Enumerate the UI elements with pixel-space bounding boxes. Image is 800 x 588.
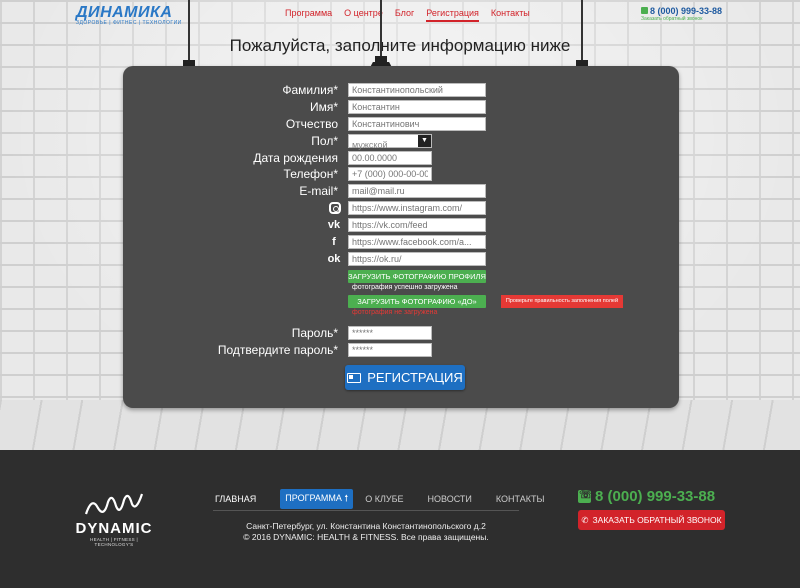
phone-row: Телефон*: [123, 167, 679, 182]
password-label: Пароль*: [291, 326, 338, 340]
footer-copyright: © 2016 DYNAMIC: HEALTH & FITNESS. Все пр…: [243, 532, 489, 542]
footer-phone[interactable]: 8 (000) 999-33-88: [578, 488, 715, 505]
instagram-icon: [329, 202, 341, 214]
nav-contacts[interactable]: Контакты: [491, 8, 530, 22]
odnoklassniki-icon: ok: [327, 253, 341, 265]
odnoklassniki-row: ok: [123, 252, 679, 267]
phone-label: Телефон*: [283, 167, 338, 181]
facebook-input[interactable]: [348, 235, 486, 249]
email-label: E-mail*: [299, 184, 338, 198]
footer-nav: ГЛАВНАЯ ПРОГРАММА 🠕 О КЛУБЕ НОВОСТИ КОНТ…: [215, 489, 568, 509]
phone-icon: [641, 7, 648, 14]
chevron-down-icon[interactable]: ▼: [418, 135, 431, 147]
surname-row: Фамилия*: [123, 83, 679, 98]
name-label: Имя*: [309, 100, 338, 114]
header-phone[interactable]: 8 (000) 999-33-88: [641, 6, 722, 16]
footer-nav-about[interactable]: О КЛУБЕ: [365, 494, 403, 504]
gender-selected-value: мужской: [352, 140, 388, 150]
footer-info: Санкт-Петербург, ул. Константина Констан…: [213, 521, 519, 543]
nav-registration[interactable]: Регистрация: [426, 8, 479, 22]
birthdate-label: Дата рождения: [253, 151, 338, 165]
site-footer: DYNAMIC HEALTH | FITNESS | TECHNOLOGY'S …: [0, 450, 800, 588]
vk-row: vk: [123, 218, 679, 233]
footer-nav-news[interactable]: НОВОСТИ: [428, 494, 472, 504]
birthdate-input[interactable]: [348, 151, 432, 165]
odnoklassniki-input[interactable]: [348, 252, 486, 266]
footer-address: Санкт-Петербург, ул. Константина Констан…: [246, 521, 486, 531]
upload-before-photo-button[interactable]: ЗАГРУЗИТЬ ФОТОГРАФИЮ «ДО»: [348, 295, 486, 308]
registration-form: Фамилия* Имя* Отчество Пол* мужской ▼ Да…: [123, 66, 679, 408]
password-confirm-row: Подтвердите пароль*: [123, 343, 679, 358]
vk-input[interactable]: [348, 218, 486, 232]
phone-icon: ✆: [581, 514, 589, 525]
dynamic-logo-icon: [84, 493, 144, 515]
birthdate-row: Дата рождения: [123, 151, 679, 166]
profile-photo-status: фотография успешно загружена: [352, 284, 458, 291]
name-row: Имя*: [123, 100, 679, 115]
facebook-icon: f: [332, 236, 336, 248]
gender-label: Пол*: [311, 134, 338, 148]
password-confirm-input[interactable]: [348, 343, 432, 357]
surname-input[interactable]: [348, 83, 486, 97]
footer-phone-number: 8 (000) 999-33-88: [595, 488, 716, 505]
instagram-input[interactable]: [348, 201, 486, 215]
id-card-icon: [347, 372, 362, 383]
footer-nav-program-label: ПРОГРАММА: [285, 493, 342, 503]
register-button[interactable]: РЕГИСТРАЦИЯ: [345, 365, 465, 390]
header-callback-link[interactable]: Заказать обратный звонок: [641, 16, 702, 22]
phone-icon: [578, 488, 593, 503]
footer-nav-program[interactable]: ПРОГРАММА 🠕: [280, 489, 354, 509]
instagram-row: [123, 201, 679, 216]
validation-error: Проверьте правильность заполнения полей: [501, 295, 623, 308]
register-button-label: РЕГИСТРАЦИЯ: [367, 370, 463, 385]
surname-label: Фамилия*: [282, 83, 338, 97]
password-input[interactable]: [348, 326, 432, 340]
password-confirm-label: Подтвердите пароль*: [217, 343, 338, 357]
header-phone-number: 8 (000) 999-33-88: [650, 6, 723, 16]
callback-button[interactable]: ✆ ЗАКАЗАТЬ ОБРАТНЫЙ ЗВОНОК: [578, 510, 725, 530]
footer-logo-name: DYNAMIC: [75, 520, 153, 537]
footer-divider: [213, 510, 519, 511]
before-photo-status: фотография не загружена: [352, 309, 438, 316]
patronymic-row: Отчество: [123, 117, 679, 132]
name-input[interactable]: [348, 100, 486, 114]
gender-row: Пол* мужской ▼: [123, 134, 679, 150]
facebook-row: f: [123, 235, 679, 250]
footer-nav-contacts[interactable]: КОНТАКТЫ: [496, 494, 545, 504]
footer-logo[interactable]: DYNAMIC HEALTH | FITNESS | TECHNOLOGY'S: [74, 490, 154, 547]
upload-profile-photo-button[interactable]: ЗАГРУЗИТЬ ФОТОГРАФИЮ ПРОФИЛЯ: [348, 270, 486, 283]
vk-icon: vk: [327, 219, 341, 231]
patronymic-input[interactable]: [348, 117, 486, 131]
footer-logo-tagline: HEALTH | FITNESS | TECHNOLOGY'S: [90, 537, 138, 547]
arrow-up-icon: 🠕: [344, 493, 349, 503]
footer-nav-home[interactable]: ГЛАВНАЯ: [215, 494, 256, 504]
email-input[interactable]: [348, 184, 486, 198]
patronymic-label: Отчество: [285, 117, 338, 131]
callback-button-label: ЗАКАЗАТЬ ОБРАТНЫЙ ЗВОНОК: [592, 515, 722, 525]
email-row: E-mail*: [123, 184, 679, 199]
password-row: Пароль*: [123, 326, 679, 341]
gender-select[interactable]: мужской ▼: [348, 134, 432, 150]
phone-input[interactable]: [348, 167, 432, 181]
nav-program[interactable]: Программа: [285, 8, 332, 22]
